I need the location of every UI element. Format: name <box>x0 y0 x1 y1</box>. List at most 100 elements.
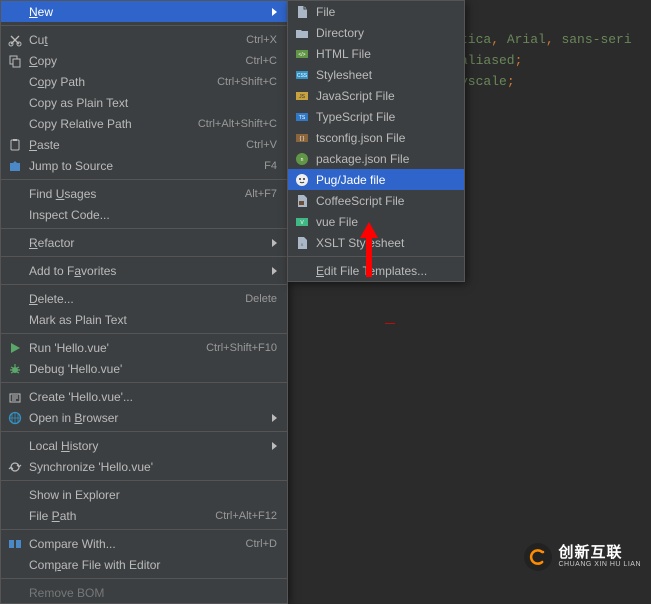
menu-new[interactable]: New <box>1 1 287 22</box>
svg-text:{ }: { } <box>300 136 305 142</box>
menu-sync[interactable]: Synchronize 'Hello.vue' <box>1 456 287 477</box>
menu-debug[interactable]: Debug 'Hello.vue' <box>1 358 287 379</box>
menu-run[interactable]: Run 'Hello.vue'Ctrl+Shift+F10 <box>1 337 287 358</box>
paste-icon <box>7 137 23 153</box>
svg-text:JS: JS <box>299 94 306 100</box>
menu-find-usages[interactable]: Find UsagesAlt+F7 <box>1 183 287 204</box>
menu-file-path[interactable]: File PathCtrl+Alt+F12 <box>1 505 287 526</box>
css-icon: CSS <box>294 67 310 83</box>
menu-copy-path[interactable]: Copy PathCtrl+Shift+C <box>1 71 287 92</box>
watermark: 创新互联 CHUANG XIN HU LIAN <box>524 543 641 571</box>
new-menu-xslt[interactable]: X XSLT Stylesheet <box>288 232 464 253</box>
menu-item-shortcut: Alt+F7 <box>245 188 277 200</box>
menu-separator <box>1 529 287 530</box>
menu-item-label: Remove BOM <box>29 586 277 600</box>
menu-delete[interactable]: Delete...Delete <box>1 288 287 309</box>
menu-item-shortcut: Delete <box>245 293 277 305</box>
js-icon: JS <box>294 88 310 104</box>
new-menu-package-json[interactable]: n package.json File <box>288 148 464 169</box>
menu-item-shortcut: Ctrl+Alt+Shift+C <box>198 118 277 130</box>
compare-icon <box>7 536 23 552</box>
svg-text:X: X <box>301 242 304 247</box>
copy-icon <box>7 53 23 69</box>
menu-item-label: vue File <box>316 215 454 229</box>
new-menu-coffee[interactable]: CoffeeScript File <box>288 190 464 211</box>
menu-separator <box>1 284 287 285</box>
config-icon <box>7 389 23 405</box>
context-menu: NewCutCtrl+XCopyCtrl+CCopy PathCtrl+Shif… <box>0 0 288 604</box>
menu-item-label: Inspect Code... <box>29 208 277 222</box>
menu-jump-src[interactable]: Jump to SourceF4 <box>1 155 287 176</box>
browser-icon <box>7 410 23 426</box>
submenu-arrow-icon <box>272 8 277 16</box>
menu-item-label: Synchronize 'Hello.vue' <box>29 460 277 474</box>
svg-text:</>: </> <box>298 52 305 58</box>
menu-separator <box>1 382 287 383</box>
menu-item-shortcut: Ctrl+Shift+F10 <box>206 342 277 354</box>
menu-item-shortcut: F4 <box>264 160 277 172</box>
new-menu-edit-templates[interactable]: Edit File Templates... <box>288 260 464 281</box>
submenu-arrow-icon <box>272 239 277 247</box>
pug-icon <box>294 172 310 188</box>
new-menu-stylesheet[interactable]: CSSStylesheet <box>288 64 464 85</box>
json-icon: { } <box>294 130 310 146</box>
new-menu-vue[interactable]: Vvue File <box>288 211 464 232</box>
menu-item-label: File <box>316 5 454 19</box>
new-menu-ts-file[interactable]: TSTypeScript File <box>288 106 464 127</box>
debug-icon <box>7 361 23 377</box>
new-menu-html-file[interactable]: </> HTML File <box>288 43 464 64</box>
menu-item-shortcut: Ctrl+V <box>246 139 277 151</box>
menu-item-label: Edit File Templates... <box>316 264 454 278</box>
menu-mark-plain[interactable]: Mark as Plain Text <box>1 309 287 330</box>
menu-open-browser[interactable]: Open in Browser <box>1 407 287 428</box>
editor-mark: — <box>385 318 395 329</box>
menu-item-label: JavaScript File <box>316 89 454 103</box>
watermark-logo-icon <box>524 543 552 571</box>
menu-item-label: Copy Path <box>29 75 207 89</box>
menu-refactor[interactable]: Refactor <box>1 232 287 253</box>
menu-compare-editor[interactable]: Compare File with Editor <box>1 554 287 575</box>
menu-create-config[interactable]: Create 'Hello.vue'... <box>1 386 287 407</box>
new-menu-tsconfig[interactable]: { }tsconfig.json File <box>288 127 464 148</box>
menu-remove-bom[interactable]: Remove BOM <box>1 582 287 603</box>
watermark-subtitle: CHUANG XIN HU LIAN <box>558 561 641 569</box>
menu-item-label: HTML File <box>316 47 454 61</box>
menu-inspect[interactable]: Inspect Code... <box>1 204 287 225</box>
npm-icon: n <box>294 151 310 167</box>
vue-icon: V <box>294 214 310 230</box>
menu-cut[interactable]: CutCtrl+X <box>1 29 287 50</box>
new-menu-js-file[interactable]: JS JavaScript File <box>288 85 464 106</box>
svg-text:TS: TS <box>299 115 306 121</box>
new-submenu: FileDirectory</>HTML FileCSSStylesheetJS… <box>287 0 465 282</box>
menu-copy[interactable]: CopyCtrl+C <box>1 50 287 71</box>
submenu-arrow-icon <box>272 414 277 422</box>
menu-paste[interactable]: PasteCtrl+V <box>1 134 287 155</box>
menu-item-shortcut: Ctrl+X <box>246 34 277 46</box>
menu-copy-rel[interactable]: Copy Relative Path Ctrl+Alt+Shift+C <box>1 113 287 134</box>
menu-separator <box>1 228 287 229</box>
menu-item-label: Add to Favorites <box>29 264 264 278</box>
sync-icon <box>7 459 23 475</box>
menu-item-label: Copy <box>29 54 236 68</box>
menu-compare[interactable]: Compare With...Ctrl+D <box>1 533 287 554</box>
ts-icon: TS <box>294 109 310 125</box>
menu-item-label: Refactor <box>29 236 264 250</box>
menu-separator <box>1 431 287 432</box>
menu-show-explorer[interactable]: Show in Explorer <box>1 484 287 505</box>
menu-item-label: Create 'Hello.vue'... <box>29 390 277 404</box>
folder-icon <box>294 25 310 41</box>
menu-item-label: XSLT Stylesheet <box>316 236 454 250</box>
menu-favorites[interactable]: Add to Favorites <box>1 260 287 281</box>
menu-item-label: CoffeeScript File <box>316 194 454 208</box>
menu-item-label: Copy as Plain Text <box>29 96 277 110</box>
new-menu-directory[interactable]: Directory <box>288 22 464 43</box>
new-menu-pug[interactable]: Pug/Jade file <box>288 169 464 190</box>
menu-item-label: package.json File <box>316 152 454 166</box>
new-menu-file[interactable]: File <box>288 1 464 22</box>
menu-copy-plain[interactable]: Copy as Plain Text <box>1 92 287 113</box>
menu-item-label: Copy Relative Path <box>29 117 188 131</box>
menu-item-label: Directory <box>316 26 454 40</box>
menu-local-history[interactable]: Local History <box>1 435 287 456</box>
coffee-icon <box>294 193 310 209</box>
submenu-arrow-icon <box>272 267 277 275</box>
